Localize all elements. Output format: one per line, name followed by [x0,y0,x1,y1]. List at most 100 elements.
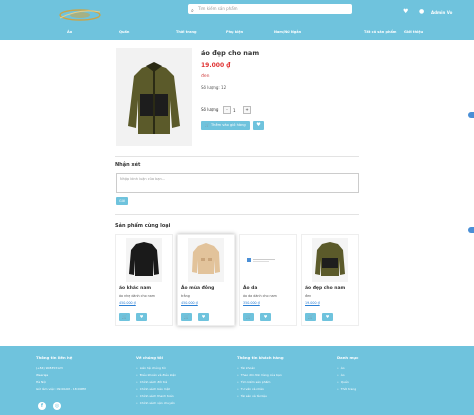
jacket-image [128,62,180,134]
search-icon: ⌕ [191,8,194,14]
product-card-price: 450.000 ₫ [119,301,136,305]
nav-item[interactable]: Quần [119,30,129,34]
related-heading: Sản phẩm cùng loại [115,223,171,229]
footer-categories: Danh mục Áo Áo Quần Thời trang [337,355,358,394]
product-card-price: 450.000 ₫ [181,301,198,305]
wishlist-button[interactable]: ♥ [136,313,147,321]
footer-link[interactable]: Áo [337,373,358,377]
header: ⌕ Tìm kiếm sản phẩm ♥ ● Admin Vo Áo Quần… [0,0,474,40]
comment-placeholder: Nhập bình luận của bạn... [120,177,166,181]
footer-link[interactable]: Chính sách thanh toán [136,394,176,398]
product-card-name[interactable]: áo đẹp cho nam [305,286,345,291]
nav-item[interactable]: Tất cả sản phẩm [364,30,396,34]
footer-heading: Thông tin liên hệ [36,355,73,360]
footer-text: Giờ làm việc: 09:00AM - 18:00PM [36,387,86,391]
footer-link[interactable]: Chính sách bảo mật [136,387,176,391]
cart-icon: 🛒 [184,314,189,319]
comment-input[interactable]: Nhập bình luận của bạn... [116,173,359,193]
quantity-value[interactable]: 1 [233,108,236,113]
cart-icon: 🛒 [122,314,127,319]
add-to-cart-button[interactable]: 🛒 Thêm vào giỏ hàng [201,121,250,130]
product-card[interactable]: áo khác nam áo nhẹ dành cho nam 450.000 … [115,234,173,326]
heart-icon[interactable]: ♥ [403,8,408,15]
footer-link[interactable]: Tìm kiếm sản phẩm [237,380,284,384]
main-nav: Áo Quần Thời trang Phụ kiện Nam/Nữ Ngắn … [0,28,474,38]
nav-item[interactable]: Phụ kiện [226,30,243,34]
footer-link[interactable]: Quần [337,380,358,384]
footer-heading: Thông tin khách hàng [237,355,284,360]
product-title: áo đẹp cho nam [201,49,260,57]
footer-link[interactable]: Chính sách vận chuyển [136,401,176,405]
divider [115,214,359,215]
footer-customer: Thông tin khách hàng Tài khoản Theo dõi … [237,355,284,401]
product-thumbnail [245,238,291,282]
facebook-icon[interactable]: f [38,402,46,410]
footer-link[interactable]: Tài khoản [237,366,284,370]
product-card-name[interactable]: Áo da [243,286,257,291]
product-image [116,48,192,146]
product-card[interactable]: Áo da áo da dành cho nam 350.000 ₫ 🛒 ♥ [239,234,297,326]
heart-icon: ♥ [263,314,268,319]
product-card-desc: áo nhẹ dành cho nam [119,294,155,298]
nav-item[interactable]: Áo [67,30,72,34]
send-comment-button[interactable]: Gửi [116,197,128,205]
user-name[interactable]: Admin Vo [431,10,452,15]
search-input[interactable]: ⌕ Tìm kiếm sản phẩm [188,4,352,14]
footer-text: Hà Nội [36,380,46,384]
product-card-price: 19.000 ₫ [305,301,320,305]
wishlist-button[interactable]: ♥ [253,121,264,130]
add-to-cart-button[interactable]: 🛒 [181,313,192,321]
heart-icon: ♥ [325,314,330,319]
product-price: 19.000 ₫ [201,62,231,69]
nav-item[interactable]: Thời trang [176,30,196,34]
product-color: đen [201,74,210,79]
heart-icon: ♥ [139,314,144,319]
product-card-name[interactable]: áo khác nam [119,286,151,291]
wishlist-button[interactable]: ♥ [260,313,271,321]
footer-heading: Về chúng tôi [136,355,163,360]
footer-about: Về chúng tôi Liên hệ chúng tôi Điều khoả… [136,355,176,408]
product-card-name[interactable]: Áo mùa đông [181,286,214,291]
quantity-decrease-button[interactable]: - [223,106,231,114]
divider [115,156,359,157]
product-card-desc: đen [305,294,312,298]
footer-link[interactable]: Tài sản và tài liệu [237,394,284,398]
instagram-icon[interactable]: ◎ [53,402,61,410]
product-card-price: 350.000 ₫ [243,301,260,305]
quantity-increase-button[interactable]: + [243,106,251,114]
footer-link[interactable]: Theo dõi đơn hàng của bạn [237,373,284,377]
heart-icon: ♥ [201,314,206,319]
heart-icon: ♥ [256,122,261,128]
footer-link[interactable]: Áo [337,366,358,370]
add-to-cart-button[interactable]: 🛒 [243,313,254,321]
footer-heading: Danh mục [337,355,359,360]
cart-icon: 🛒 [246,314,251,319]
footer-link[interactable]: Thời trang [337,387,358,391]
footer-link[interactable]: Tư vấn cá nhân [237,387,284,391]
quantity-label: Số lượng [201,107,219,112]
product-thumbnail [307,238,353,282]
footer: Thông tin liên hệ (+84) 908353123 Weeraj… [0,346,474,415]
wishlist-button[interactable]: ♥ [322,313,333,321]
product-card[interactable]: áo đẹp cho nam đen 19.000 ₫ 🛒 ♥ [301,234,359,326]
add-to-cart-button[interactable]: 🛒 [119,313,130,321]
product-card[interactable]: Áo mùa đông trắng 450.000 ₫ 🛒 ♥ [177,234,235,326]
footer-link[interactable]: Chính sách đổi trả [136,380,176,384]
product-stock: Số lượng: 12 [201,85,227,90]
nav-item[interactable]: Giới thiệu [404,30,423,34]
footer-link[interactable]: Điều khoản và điều kiện [136,373,176,377]
wishlist-button[interactable]: ♥ [198,313,209,321]
search-placeholder: Tìm kiếm sản phẩm [198,6,238,11]
product-card-desc: trắng [181,294,190,298]
side-widget-icon[interactable] [468,227,474,233]
footer-text: (+84) 908353123 [36,366,63,370]
side-widget-icon[interactable] [468,112,474,118]
nav-item[interactable]: Nam/Nữ Ngắn [274,30,301,34]
product-thumbnail [183,238,229,282]
footer-contact: Thông tin liên hệ (+84) 908353123 Weeraj… [36,355,86,394]
product-thumbnail [121,238,167,282]
user-icon[interactable]: ● [419,8,424,15]
add-to-cart-button[interactable]: 🛒 [305,313,316,321]
footer-link[interactable]: Liên hệ chúng tôi [136,366,176,370]
brand-logo[interactable] [58,6,102,22]
